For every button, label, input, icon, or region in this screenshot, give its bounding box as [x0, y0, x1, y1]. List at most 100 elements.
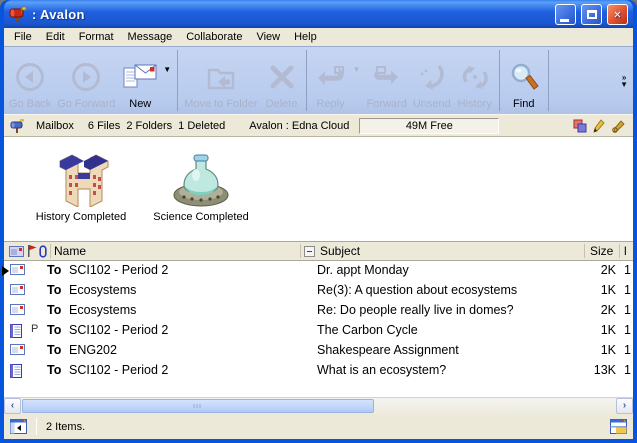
- list-item[interactable]: To Ecosystems Re(3): A question about ec…: [4, 281, 633, 301]
- move-to-folder-button: Move to Folder: [181, 48, 260, 113]
- pencil-icon[interactable]: [593, 119, 605, 133]
- go-back-icon: [13, 58, 47, 98]
- size-text: 1K: [544, 323, 616, 337]
- list-empty-area: [4, 383, 633, 397]
- move-to-folder-icon: [204, 58, 238, 98]
- scroll-left-button[interactable]: ‹: [4, 398, 21, 414]
- list-item[interactable]: To Ecosystems Re: Do people really live …: [4, 301, 633, 321]
- forward-button: Forward: [363, 48, 409, 113]
- folder-icon-panel: History Completed Science Completed: [4, 137, 633, 241]
- science-completed-folder[interactable]: Science Completed: [136, 145, 266, 223]
- free-space-indicator: 49M Free: [359, 118, 499, 134]
- item-type-icon: [10, 324, 22, 341]
- attachment-column-icon[interactable]: [39, 245, 47, 258]
- maximize-button[interactable]: [581, 4, 602, 25]
- deleted-count: 1 Deleted: [178, 120, 225, 132]
- forward-icon: [369, 58, 405, 98]
- size-text: 2K: [544, 303, 616, 317]
- group-permissions-icon[interactable]: [573, 119, 587, 133]
- item-type-icon: [10, 284, 25, 298]
- to-label: To: [47, 363, 61, 377]
- to-label: To: [47, 283, 61, 297]
- unsend-icon: [415, 58, 449, 98]
- menu-item[interactable]: Message: [121, 29, 180, 45]
- list-item[interactable]: To SCI102 - Period 2 Dr. appt Monday 2K …: [4, 261, 633, 281]
- menu-item[interactable]: Format: [72, 29, 121, 45]
- mailbox-small-icon: [10, 118, 26, 134]
- list-item[interactable]: P To SCI102 - Period 2 The Carbon Cycle …: [4, 321, 633, 341]
- horizontal-scrollbar[interactable]: ‹ ›: [4, 397, 633, 414]
- scrollbar-thumb[interactable]: [22, 399, 374, 413]
- size-column-header[interactable]: Size: [590, 244, 613, 258]
- go-forward-icon: [69, 58, 103, 98]
- find-button[interactable]: Find: [503, 48, 545, 113]
- go-forward-button: Go Forward: [54, 48, 118, 113]
- history-label: History: [458, 98, 492, 110]
- unsend-button: Unsend: [410, 48, 454, 113]
- menu-item[interactable]: Collaborate: [179, 29, 249, 45]
- subject-text: The Carbon Cycle: [317, 323, 418, 337]
- minimize-button[interactable]: [555, 4, 576, 25]
- name-column-header[interactable]: Name: [54, 244, 86, 258]
- forward-label: Forward: [366, 98, 406, 110]
- history-completed-folder[interactable]: History Completed: [16, 145, 146, 223]
- menu-item[interactable]: File: [7, 29, 39, 45]
- collapse-subject-icon[interactable]: [304, 246, 315, 257]
- message-list: To SCI102 - Period 2 Dr. appt Monday 2K …: [4, 261, 633, 383]
- list-item[interactable]: To ENG202 Shakespeare Assignment 1K 1: [4, 341, 633, 361]
- unsend-label: Unsend: [413, 98, 451, 110]
- subject-column-header[interactable]: Subject: [320, 244, 360, 258]
- column-divider[interactable]: [619, 244, 620, 258]
- column-divider[interactable]: [300, 244, 301, 258]
- folder-count: 2 Folders: [126, 120, 172, 132]
- go-forward-label: Go Forward: [57, 98, 115, 110]
- toggle-split-pane-icon[interactable]: [610, 419, 627, 434]
- scroll-right-button[interactable]: ›: [616, 398, 633, 414]
- title-bar[interactable]: : Avalon ✕: [4, 0, 633, 28]
- move-to-folder-label: Move to Folder: [184, 98, 257, 110]
- recipient-name: SCI102 - Period 2: [69, 323, 168, 337]
- reply-icon: [313, 58, 349, 98]
- next-column-header-partial[interactable]: l: [624, 244, 627, 258]
- flag-column-icon[interactable]: [27, 245, 37, 257]
- toolbar-spacer: [552, 48, 617, 113]
- go-back-button: Go Back: [6, 48, 54, 113]
- date-partial: 1: [624, 323, 631, 337]
- subject-text: Dr. appt Monday: [317, 263, 409, 277]
- history-building-icon: [16, 145, 146, 207]
- window-title: : Avalon: [32, 7, 550, 22]
- column-divider[interactable]: [584, 244, 585, 258]
- menu-item[interactable]: View: [249, 29, 287, 45]
- toolbar-overflow-chevron[interactable]: »▼: [617, 48, 631, 113]
- window-body: FileEditFormatMessageCollaborateViewHelp…: [4, 28, 633, 439]
- new-dropdown-arrow[interactable]: ▼: [162, 48, 174, 113]
- subject-text: What is an ecosystem?: [317, 363, 446, 377]
- delete-label: Delete: [266, 98, 298, 110]
- column-divider[interactable]: [50, 244, 51, 258]
- history-button: History: [454, 48, 496, 113]
- date-partial: 1: [624, 343, 631, 357]
- recipient-name: SCI102 - Period 2: [69, 263, 168, 277]
- item-type-icon: [10, 264, 25, 278]
- toggle-left-pane-icon[interactable]: [10, 419, 27, 434]
- app-mailbox-icon: [9, 6, 27, 22]
- new-button[interactable]: New: [118, 48, 162, 113]
- close-button[interactable]: ✕: [607, 4, 628, 25]
- recipient-name: SCI102 - Period 2: [69, 363, 168, 377]
- reply-label: Reply: [317, 98, 345, 110]
- key-icon[interactable]: [611, 119, 627, 133]
- new-message-icon: [121, 58, 159, 98]
- message-column-icon[interactable]: [9, 246, 24, 257]
- to-label: To: [47, 263, 61, 277]
- menu-item[interactable]: Help: [287, 29, 324, 45]
- date-partial: 1: [624, 303, 631, 317]
- size-text: 1K: [544, 343, 616, 357]
- app-window: : Avalon ✕ FileEditFormatMessageCollabor…: [0, 0, 637, 443]
- go-back-label: Go Back: [9, 98, 51, 110]
- size-text: 1K: [544, 283, 616, 297]
- list-item[interactable]: To SCI102 - Period 2 What is an ecosyste…: [4, 361, 633, 381]
- subject-text: Re: Do people really live in domes?: [317, 303, 514, 317]
- menu-item[interactable]: Edit: [39, 29, 72, 45]
- find-icon: [508, 58, 540, 98]
- new-label: New: [129, 98, 151, 110]
